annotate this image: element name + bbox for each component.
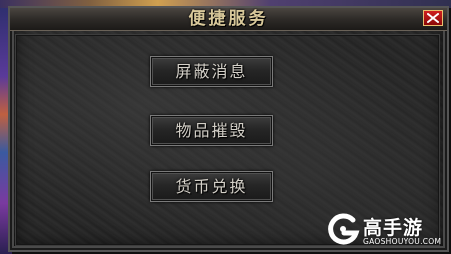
currency-exchange-button[interactable]: 货币兑换 (150, 171, 273, 202)
close-button[interactable] (423, 10, 443, 26)
dialog-titlebar: 便捷服务 (10, 8, 447, 31)
watermark: 高手游 GAOSHOUYOU.COM (325, 208, 451, 254)
game-scene: 便捷服务 屏蔽消息 物品摧毁 货币兑换 高手游 GAOSHOUYOU.COM (0, 0, 451, 254)
dialog-title: 便捷服务 (188, 9, 269, 29)
gaoshouyou-logo-icon (328, 213, 360, 245)
watermark-brand: 高手游 (363, 217, 424, 239)
close-x-icon (427, 13, 439, 23)
destroy-item-button[interactable]: 物品摧毁 (150, 115, 273, 146)
watermark-domain: GAOSHOUYOU.COM (363, 237, 442, 246)
block-messages-button[interactable]: 屏蔽消息 (150, 56, 273, 87)
